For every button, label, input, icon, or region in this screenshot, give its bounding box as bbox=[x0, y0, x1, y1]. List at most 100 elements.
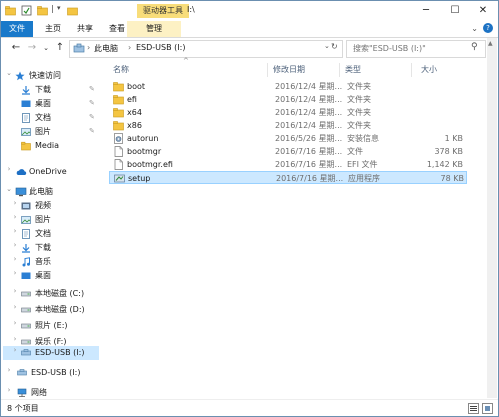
nav-pc-pictures[interactable]: 图片 bbox=[35, 213, 51, 227]
cloud-icon bbox=[16, 169, 27, 175]
nav-quick-downloads[interactable]: 下载 bbox=[35, 83, 51, 97]
expand-chevron-icon[interactable]: › bbox=[5, 386, 13, 400]
item-count: 8 个项目 bbox=[7, 404, 39, 413]
nav-pc-disk-d[interactable]: 本地磁盘 (D:) bbox=[35, 303, 85, 317]
pin-icon[interactable]: ✎ bbox=[89, 99, 95, 107]
column-divider[interactable] bbox=[267, 63, 268, 77]
pin-icon[interactable]: ✎ bbox=[89, 113, 95, 121]
expand-chevron-icon[interactable]: › bbox=[11, 346, 19, 360]
expand-chevron-icon[interactable]: › bbox=[11, 255, 19, 269]
nav-pc-esd-usb[interactable]: ESD-USB (I:) bbox=[35, 346, 84, 360]
up-arrow-icon[interactable]: ↑ bbox=[53, 41, 67, 55]
pin-icon[interactable]: ✎ bbox=[89, 127, 95, 135]
forward-arrow-icon[interactable]: → bbox=[25, 41, 39, 55]
nav-pc-disk-e[interactable]: 照片 (E:) bbox=[35, 319, 68, 333]
column-header-size[interactable]: 大小 bbox=[421, 63, 437, 77]
address-dropdown-chevron-icon[interactable]: ⌄ bbox=[324, 42, 330, 50]
tab-home[interactable]: 主页 bbox=[41, 21, 65, 37]
search-box[interactable]: ⚲ bbox=[346, 40, 486, 58]
file-row[interactable]: boot 2016/12/4 星期... 文件夹 bbox=[109, 80, 467, 93]
nav-quick-pictures[interactable]: 图片 bbox=[35, 125, 51, 139]
nav-quick-access[interactable]: 快速访问 bbox=[29, 69, 61, 83]
expand-chevron-icon[interactable]: › bbox=[11, 287, 19, 301]
file-type: EFI 文件 bbox=[347, 160, 378, 169]
close-button[interactable]: ✕ bbox=[469, 1, 497, 21]
setup-info-icon bbox=[114, 133, 123, 144]
nav-quick-media[interactable]: Media bbox=[35, 139, 59, 153]
nav-pc-downloads[interactable]: 下载 bbox=[35, 241, 51, 255]
breadcrumb-esd-usb[interactable]: ESD-USB (I:) bbox=[136, 43, 185, 52]
nav-pc-disk-c[interactable]: 本地磁盘 (C:) bbox=[35, 287, 84, 301]
file-size: 1,142 KB bbox=[426, 160, 463, 169]
nav-quick-documents[interactable]: 文档 bbox=[35, 111, 51, 125]
minimize-button[interactable]: ─ bbox=[412, 1, 440, 21]
file-type: 文件夹 bbox=[347, 82, 371, 91]
customize-quick-access-icon[interactable]: ▾ bbox=[57, 4, 61, 12]
nav-pc-videos[interactable]: 视频 bbox=[35, 199, 51, 213]
nav-pc-desktop[interactable]: 桌面 bbox=[35, 269, 51, 283]
expand-chevron-icon[interactable]: › bbox=[5, 165, 13, 179]
expand-chevron-icon[interactable]: › bbox=[11, 213, 19, 227]
scroll-up-arrow-icon[interactable]: ▲ bbox=[488, 40, 493, 47]
expand-ribbon-icon[interactable]: ⌄ bbox=[471, 24, 478, 33]
file-row[interactable]: bootmgr 2016/7/16 星期... 文件 378 KB bbox=[109, 145, 467, 158]
nav-network[interactable]: 网络 bbox=[31, 386, 47, 400]
search-input[interactable] bbox=[353, 42, 465, 54]
vertical-scrollbar[interactable]: ▲ bbox=[487, 38, 497, 398]
column-divider[interactable] bbox=[411, 63, 412, 77]
maximize-button[interactable]: ☐ bbox=[441, 1, 469, 21]
search-icon[interactable]: ⚲ bbox=[471, 42, 478, 52]
help-icon[interactable]: ? bbox=[483, 23, 493, 33]
file-row[interactable]: bootmgr.efi 2016/7/16 星期... EFI 文件 1,142… bbox=[109, 158, 467, 171]
tab-view[interactable]: 查看 bbox=[105, 21, 129, 37]
column-header-type[interactable]: 类型 bbox=[345, 63, 361, 77]
tab-share[interactable]: 共享 bbox=[73, 21, 97, 37]
tab-file[interactable]: 文件 bbox=[1, 21, 33, 37]
address-bar[interactable]: › 此电脑 › ESD-USB (I:) ⌄ ↻ bbox=[69, 40, 343, 58]
expand-chevron-icon[interactable]: › bbox=[11, 319, 19, 333]
expand-chevron-icon[interactable]: › bbox=[11, 199, 19, 213]
column-header-name[interactable]: 名称 bbox=[113, 63, 129, 77]
folder-icon bbox=[113, 121, 124, 131]
nav-pc-documents[interactable]: 文档 bbox=[35, 227, 51, 241]
large-icons-view-icon[interactable] bbox=[482, 403, 493, 414]
nav-onedrive[interactable]: OneDrive bbox=[29, 165, 67, 179]
file-row[interactable]: x86 2016/12/4 星期... 文件夹 bbox=[109, 119, 467, 132]
pin-icon[interactable]: ✎ bbox=[89, 85, 95, 93]
breadcrumb-separator: › bbox=[128, 43, 132, 52]
file-row[interactable]: autorun 2016/5/26 星期... 安装信息 1 KB bbox=[109, 132, 467, 145]
tab-manage[interactable]: 管理 bbox=[127, 21, 181, 37]
properties-icon[interactable] bbox=[21, 5, 32, 16]
file-type: 文件 bbox=[347, 147, 363, 156]
collapse-chevron-icon[interactable]: ⌄ bbox=[5, 185, 13, 199]
small-folder-icon bbox=[67, 7, 78, 16]
pictures-icon bbox=[21, 216, 31, 224]
expand-chevron-icon[interactable]: › bbox=[11, 269, 19, 283]
music-note-icon bbox=[22, 257, 30, 267]
documents-icon bbox=[22, 229, 30, 239]
pictures-icon bbox=[21, 128, 31, 136]
back-arrow-icon[interactable]: ← bbox=[9, 41, 23, 55]
breadcrumb-this-pc[interactable]: 此电脑 bbox=[94, 43, 118, 54]
file-row[interactable]: x64 2016/12/4 星期... 文件夹 bbox=[109, 106, 467, 119]
expand-chevron-icon[interactable]: › bbox=[11, 227, 19, 241]
recent-locations-chevron-icon[interactable]: ⌄ bbox=[39, 41, 53, 55]
folder-icon bbox=[113, 95, 124, 105]
collapse-chevron-icon[interactable]: ⌄ bbox=[5, 69, 13, 83]
expand-chevron-icon[interactable]: › bbox=[11, 303, 19, 317]
nav-this-pc[interactable]: 此电脑 bbox=[29, 185, 53, 199]
refresh-icon[interactable]: ↻ bbox=[331, 42, 338, 51]
nav-esd-usb[interactable]: ESD-USB (I:) bbox=[31, 366, 80, 380]
nav-pc-music[interactable]: 音乐 bbox=[35, 255, 51, 269]
file-row[interactable]: efi 2016/12/4 星期... 文件夹 bbox=[109, 93, 467, 106]
file-row-selected[interactable]: setup 2016/7/16 星期... 应用程序 78 KB bbox=[109, 171, 467, 184]
new-folder-icon[interactable] bbox=[37, 5, 48, 16]
file-size bbox=[419, 119, 463, 132]
column-divider[interactable] bbox=[339, 63, 340, 77]
local-disk-icon bbox=[21, 323, 31, 329]
nav-quick-desktop[interactable]: 桌面 bbox=[35, 97, 51, 111]
details-view-icon[interactable] bbox=[468, 403, 479, 414]
expand-chevron-icon[interactable]: › bbox=[11, 241, 19, 255]
expand-chevron-icon[interactable]: › bbox=[5, 366, 13, 380]
column-header-date[interactable]: 修改日期 bbox=[273, 63, 305, 77]
